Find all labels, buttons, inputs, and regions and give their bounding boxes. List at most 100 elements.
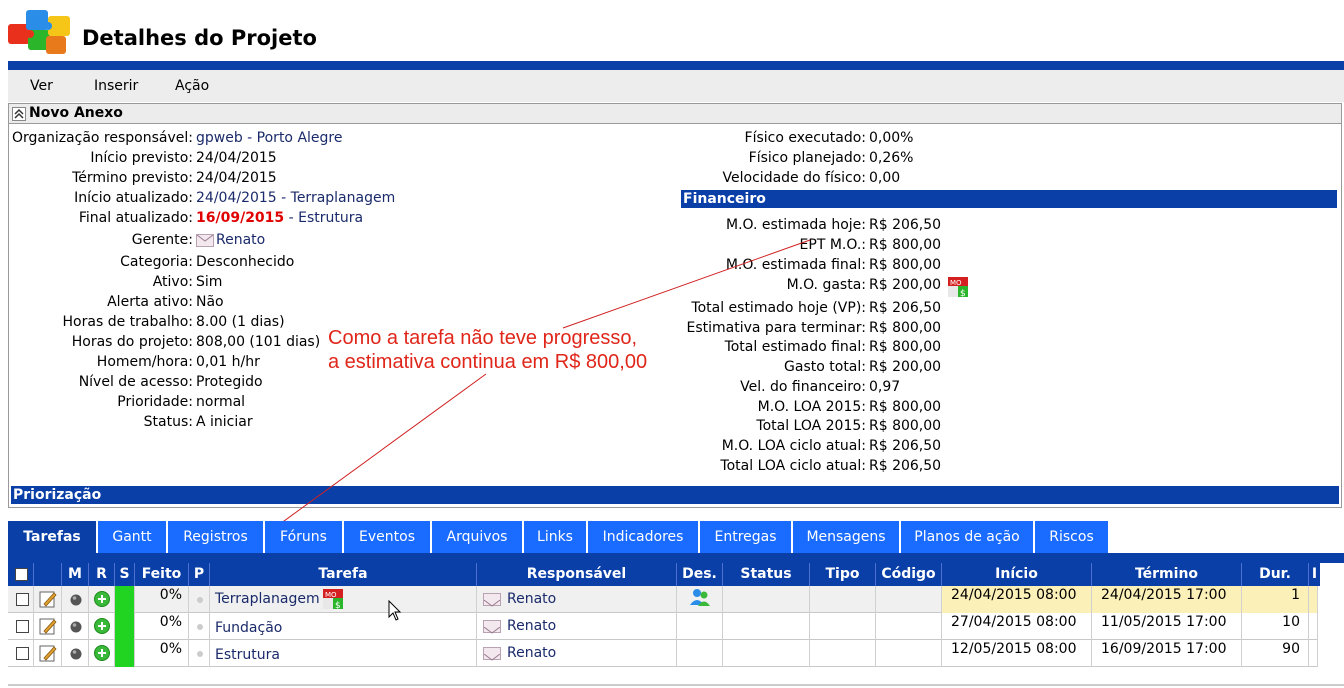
mail-icon[interactable] (196, 233, 214, 247)
menu-ver[interactable]: Ver (30, 78, 53, 94)
tab-foruns[interactable]: Fóruns (265, 521, 344, 553)
header-des[interactable]: Des. (677, 563, 723, 586)
info-value: A iniciar (196, 414, 253, 430)
tab-links[interactable]: Links (524, 521, 588, 553)
header-termino[interactable]: Término (1092, 563, 1242, 586)
des-cell (677, 640, 723, 667)
responsavel-link[interactable]: Renato (507, 586, 556, 613)
gray-ball-icon[interactable] (70, 621, 82, 633)
responsavel-link[interactable]: Renato (507, 613, 556, 640)
physical-label: Físico executado: (744, 130, 866, 146)
header-r[interactable]: R (89, 563, 115, 586)
menu-acao[interactable]: Ação (175, 78, 209, 94)
financeiro-row: Total estimado final: R$ 800,00 (669, 339, 1329, 359)
inicio-cell: 12/05/2015 08:00 (942, 640, 1092, 667)
tab-tarefas[interactable]: Tarefas (8, 521, 98, 553)
collapse-up-icon[interactable] (12, 107, 26, 121)
row-checkbox[interactable] (16, 593, 29, 606)
header-tipo[interactable]: Tipo (810, 563, 876, 586)
mo-task-icon[interactable]: MO $ (323, 589, 343, 611)
tab-planos-de-acao[interactable]: Planos de ação (901, 521, 1035, 553)
manager-link[interactable]: Renato (216, 232, 265, 248)
add-plus-icon[interactable] (94, 645, 110, 661)
tarefa-link[interactable]: Terraplanagem (215, 586, 320, 613)
info-label: Horas de trabalho: (62, 314, 193, 330)
tab-arquivos[interactable]: Arquivos (432, 521, 524, 553)
menu-inserir[interactable]: Inserir (94, 78, 138, 94)
header-status[interactable]: Status (723, 563, 810, 586)
mail-icon[interactable] (483, 593, 501, 607)
tab-registros[interactable]: Registros (168, 521, 265, 553)
row-checkbox[interactable] (16, 620, 29, 633)
select-all-checkbox[interactable] (15, 568, 28, 581)
info-value-wrap: Sim (196, 274, 222, 290)
priorizacao-header[interactable]: Priorização (11, 486, 1339, 504)
row-checkbox[interactable] (16, 647, 29, 660)
header-p[interactable]: P (189, 563, 210, 586)
edit-pencil-icon[interactable] (39, 617, 57, 635)
physical-value: 0,00% (869, 130, 914, 146)
add-plus-icon[interactable] (94, 591, 110, 607)
edit-pencil-icon[interactable] (39, 590, 57, 608)
table-row[interactable]: 0% Fundação Renato 27/04/2015 08:00 11/05/20… (8, 613, 1318, 640)
financeiro-value: R$ 800,00 (869, 339, 942, 355)
info-value[interactable]: 24/04/2015 - Terraplanagem (196, 190, 395, 206)
tarefa-link[interactable]: Estrutura (215, 642, 280, 667)
info-row: Início atualizado: 24/04/2015 - Terraplan… (9, 190, 669, 210)
row-select-cell (8, 586, 34, 613)
info-value-wrap: Não (196, 294, 224, 310)
financeiro-row: M.O. LOA ciclo atual: R$ 206,50 (669, 438, 1329, 458)
table-row[interactable]: 0% Estrutura Renato 12/05/2015 08:00 16/09/2… (8, 640, 1318, 667)
info-value: Não (196, 294, 224, 310)
tab-indicadores[interactable]: Indicadores (588, 521, 700, 553)
header-s[interactable]: S (115, 563, 135, 586)
status-green-cell (115, 640, 135, 667)
dur-cell: 90 (1242, 640, 1309, 667)
tab-mensagens[interactable]: Mensagens (793, 521, 901, 553)
gray-ball-icon[interactable] (70, 648, 82, 660)
status-cell (723, 586, 810, 613)
info-value[interactable]: gpweb - Porto Alegre (196, 130, 342, 146)
table-row[interactable]: 0% Terraplanagem MO $ Renato 24/04/2015 08:00… (8, 586, 1318, 613)
info-row: Alerta ativo: Não (9, 294, 669, 314)
tab-gantt[interactable]: Gantt (98, 521, 168, 553)
mail-icon[interactable] (483, 647, 501, 661)
financeiro-value: R$ 800,00 (869, 320, 942, 336)
priority-dot-icon (197, 651, 203, 657)
marker-cell (62, 613, 89, 640)
financeiro-label: M.O. estimada final: (725, 257, 866, 273)
responsavel-cell: Renato (477, 586, 677, 613)
edit-pencil-icon[interactable] (39, 644, 57, 662)
responsavel-cell: Renato (477, 613, 677, 640)
info-value[interactable]: - Estrutura (284, 210, 363, 226)
header-inicio[interactable]: Início (942, 563, 1092, 586)
dur-value: 10 (1282, 614, 1300, 630)
gray-ball-icon[interactable] (70, 594, 82, 606)
tab-eventos[interactable]: Eventos (344, 521, 432, 553)
info-value-wrap: gpweb - Porto Alegre (196, 130, 342, 146)
header-codigo[interactable]: Código (876, 563, 942, 586)
financeiro-row: Total LOA ciclo atual: R$ 206,50 (669, 458, 1329, 478)
users-icon[interactable] (689, 587, 711, 607)
header-extra[interactable]: I (1309, 563, 1320, 586)
header-tarefa[interactable]: Tarefa (210, 563, 477, 586)
header-m[interactable]: M (62, 563, 89, 586)
mo-gasta-icon[interactable]: MO $ (948, 277, 968, 299)
dur-cell: 10 (1242, 613, 1309, 640)
header-feito[interactable]: Feito (135, 563, 189, 586)
info-row: Gerente: Renato (9, 232, 669, 252)
header-dur[interactable]: Dur. (1242, 563, 1309, 586)
mail-icon[interactable] (483, 620, 501, 634)
table-header: M R S Feito P Tarefa Responsável Des. St… (8, 563, 1320, 586)
responsavel-link[interactable]: Renato (507, 640, 556, 667)
tab-riscos[interactable]: Riscos (1035, 521, 1110, 553)
extra-cell (1309, 586, 1318, 613)
financeiro-value: R$ 200,00 (869, 359, 942, 375)
header-select-all[interactable] (8, 563, 34, 586)
tab-entregas[interactable]: Entregas (700, 521, 793, 553)
financeiro-row: M.O. LOA 2015: R$ 800,00 (669, 399, 1329, 419)
add-plus-icon[interactable] (94, 618, 110, 634)
tarefa-link[interactable]: Fundação (215, 615, 282, 640)
header-responsavel[interactable]: Responsável (477, 563, 677, 586)
status-cell (723, 640, 810, 667)
